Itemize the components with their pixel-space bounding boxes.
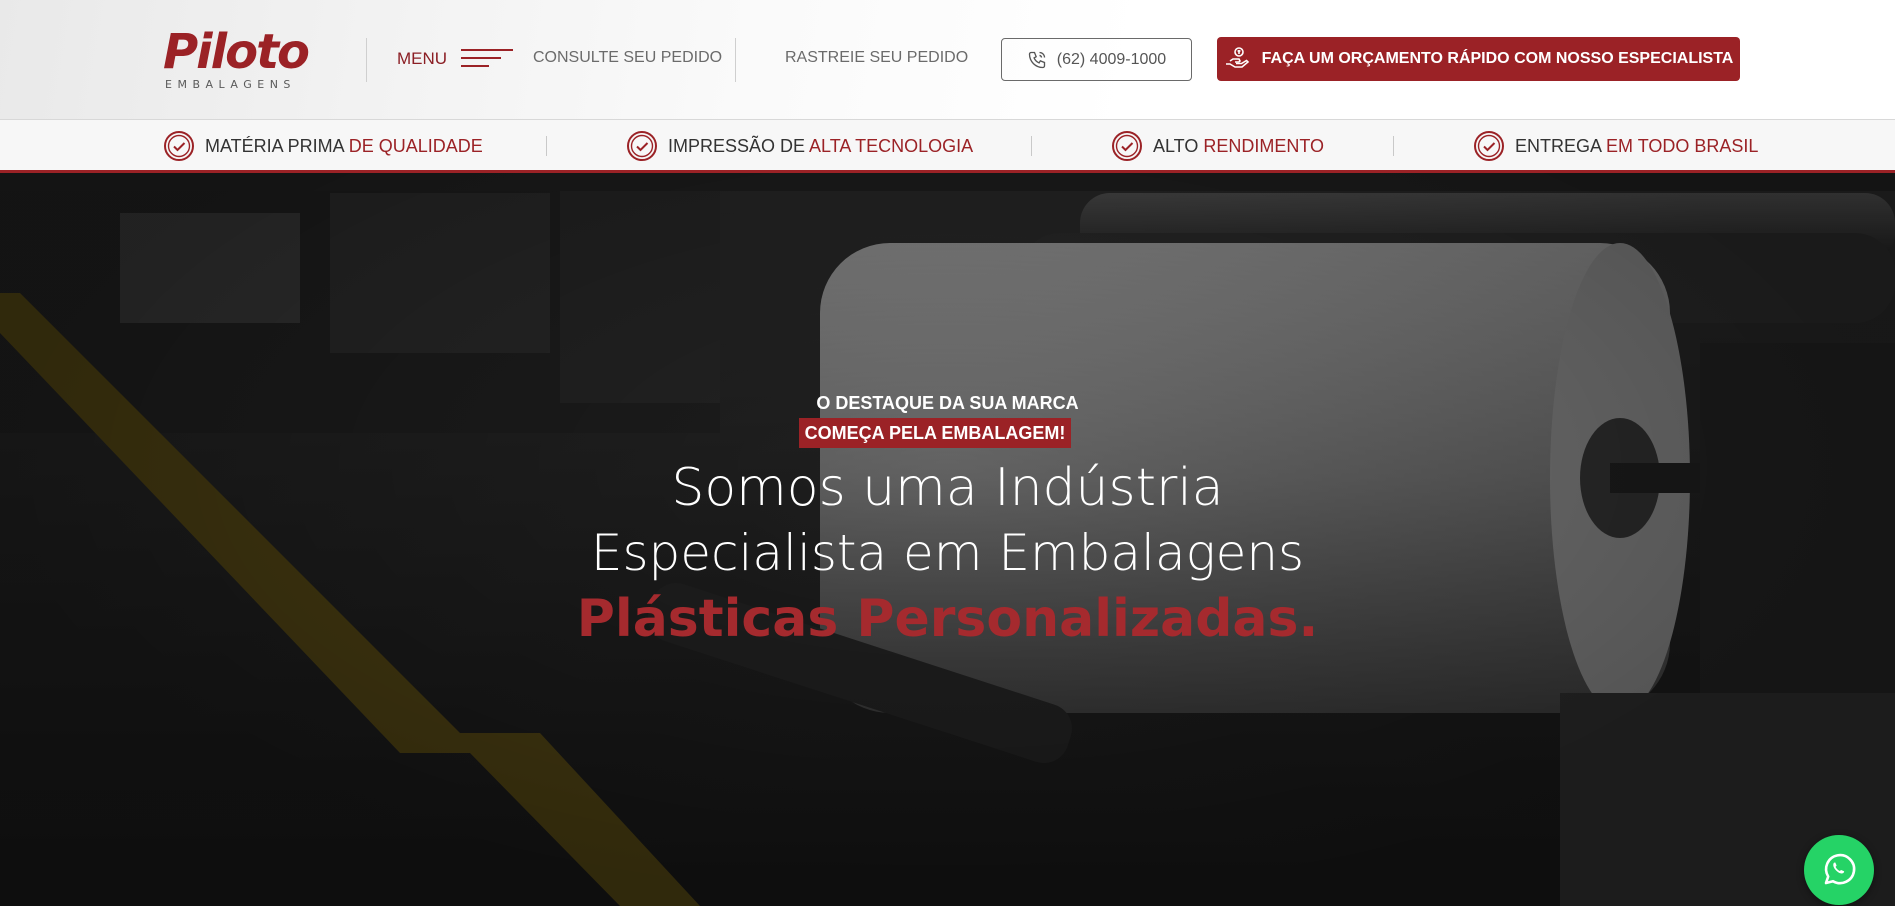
quote-cta-label: FAÇA UM ORÇAMENTO RÁPIDO COM NOSSO ESPEC…: [1261, 50, 1734, 67]
logo-subtitle: EMBALAGENS: [165, 78, 296, 91]
hamburger-menu-icon[interactable]: [461, 47, 513, 71]
nav-consulte-pedido[interactable]: CONSULTE SEU PEDIDO: [533, 49, 722, 67]
hero-headline-line1: Somos uma Indústria: [671, 458, 1224, 518]
feature-divider: [1031, 136, 1032, 156]
logo-wordmark: Piloto: [163, 24, 310, 80]
menu-label[interactable]: MENU: [397, 49, 447, 69]
feature-text: ENTREGA EM TODO BRASIL: [1515, 135, 1759, 156]
check-circle-icon: [1112, 131, 1142, 161]
check-circle-icon: [627, 131, 657, 161]
feature-divider: [1393, 136, 1394, 156]
feature-text: IMPRESSÃO DE ALTA TECNOLOGIA: [668, 135, 974, 156]
site-header: Piloto EMBALAGENS MENU CONSULTE SEU PEDI…: [0, 0, 1895, 120]
feature-text: ALTO RENDIMENTO: [1153, 135, 1325, 156]
feature-item: IMPRESSÃO DE ALTA TECNOLOGIA: [626, 130, 973, 162]
hero-headline-line3: Plásticas Personalizadas.: [576, 589, 1319, 649]
nav-rastreie-pedido[interactable]: RASTREIE SEU PEDIDO: [785, 49, 968, 67]
feature-text: MATÉRIA PRIMA DE QUALIDADE: [205, 135, 483, 156]
phone-number: (62) 4009-1000: [1056, 50, 1167, 68]
brand-logo[interactable]: Piloto EMBALAGENS: [163, 24, 323, 92]
hero-section: O DESTAQUE DA SUA MARCA COMEÇA PELA EMBA…: [0, 173, 1895, 906]
header-divider: [735, 38, 736, 82]
feature-item: MATÉRIA PRIMA DE QUALIDADE: [163, 130, 483, 162]
phone-button[interactable]: (62) 4009-1000: [1001, 38, 1192, 81]
check-circle-icon: [1474, 131, 1504, 161]
feature-item: ENTREGA EM TODO BRASIL: [1473, 130, 1758, 162]
hero-eyebrow-tag: COMEÇA PELA EMBALAGEM!: [799, 418, 1071, 448]
hand-coins-icon: [1225, 47, 1249, 68]
phone-icon: [1028, 51, 1045, 68]
whatsapp-button[interactable]: [1804, 835, 1874, 905]
feature-divider: [546, 136, 547, 156]
features-bar: MATÉRIA PRIMA DE QUALIDADE IMPRESSÃO DE …: [0, 120, 1895, 173]
hero-eyebrow: O DESTAQUE DA SUA MARCA: [816, 393, 1079, 413]
header-divider: [366, 38, 367, 82]
feature-item: ALTO RENDIMENTO: [1111, 130, 1324, 162]
quote-cta-button[interactable]: FAÇA UM ORÇAMENTO RÁPIDO COM NOSSO ESPEC…: [1217, 37, 1740, 81]
check-circle-icon: [164, 131, 194, 161]
hero-headline-line2: Especialista em Embalagens: [590, 524, 1305, 582]
whatsapp-icon: [1824, 853, 1856, 885]
